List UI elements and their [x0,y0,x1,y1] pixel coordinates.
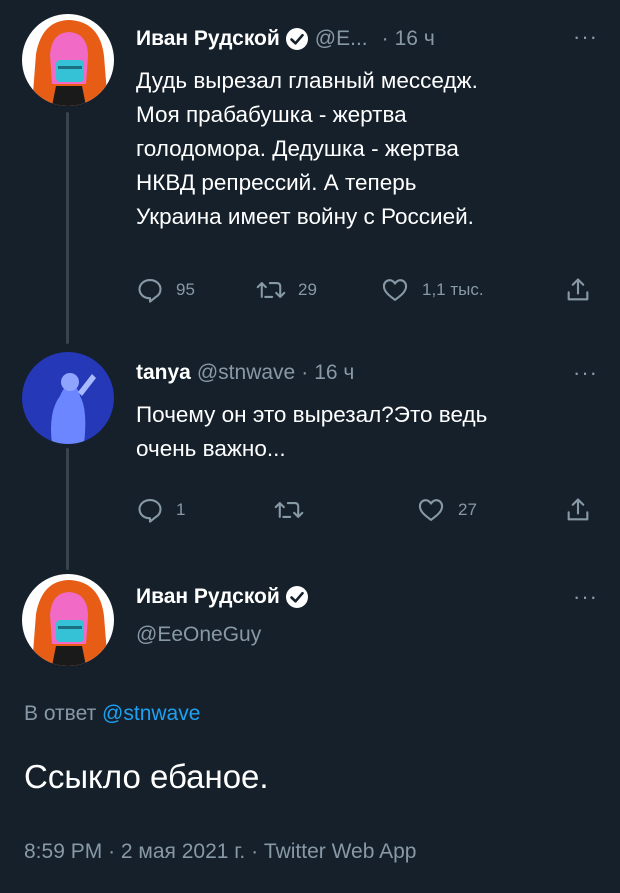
tweet-1-actions: 95 29 1,1 тыс. [136,276,596,306]
tweet-time[interactable]: 8:59 PM [24,840,102,863]
reply-prefix: В ответ [24,702,97,725]
tweet-2[interactable]: tanya @stnwave · 16 ч ··· Почему он это … [0,340,620,560]
author-name[interactable]: Иван Рудской [136,27,280,51]
tweet-source-link[interactable]: Twitter Web App [264,840,417,863]
more-icon[interactable]: ··· [573,362,598,384]
reply-context: В ответ @stnwave [24,702,200,726]
reply-button[interactable]: 95 [136,276,195,304]
like-icon [418,499,444,521]
tweet-1[interactable]: Иван Рудской @E... · 16 ч ··· Дудь вырез… [0,0,620,340]
separator-dot: · [381,27,389,50]
retweet-button[interactable]: 29 [256,276,317,304]
retweet-icon [274,502,304,518]
author-name[interactable]: tanya [136,361,191,385]
reply-mention-link[interactable]: @stnwave [102,702,200,725]
reply-icon [138,499,162,523]
share-icon [567,278,589,301]
reply-count: 1 [176,500,186,519]
retweet-count: 29 [298,280,317,299]
like-icon [382,279,408,301]
like-button[interactable]: 27 [416,496,477,524]
more-icon[interactable]: ··· [573,26,598,48]
like-count: 27 [458,500,477,519]
tweet-text: Дудь вырезал главный месседж. Моя прабаб… [136,64,590,234]
reply-count: 95 [176,280,195,299]
author-name[interactable]: Иван Рудской [136,585,280,609]
share-button[interactable] [564,276,604,304]
tweet-text-line: очень важно... [136,436,286,461]
like-button[interactable]: 1,1 тыс. [380,276,484,304]
separator-dot: · [108,840,116,863]
retweet-icon [256,282,286,298]
more-icon[interactable]: ··· [573,586,598,608]
tweet-text-line: голодомора. Дедушка - жертва [136,136,459,161]
tweet-2-actions: 1 27 [136,496,596,526]
avatar-ivan-2[interactable] [22,574,114,666]
tweet-time[interactable]: 16 ч [314,361,354,385]
main-tweet-handle-row: @EeOneGuy [136,620,600,650]
tweet-1-header: Иван Рудской @E... · 16 ч [136,24,600,54]
reply-icon [138,279,162,303]
author-handle[interactable]: @stnwave [197,361,295,385]
share-button[interactable] [564,496,604,524]
tweet-text-line: НКВД репрессий. А теперь [136,170,417,195]
verified-icon [285,27,309,51]
tweet-text-line: Моя прабабушка - жертва [136,102,407,127]
avatar-tanya[interactable] [22,352,114,444]
author-handle[interactable]: @E... [315,27,368,51]
tweet-text-line: Дудь вырезал главный месседж. [136,68,478,93]
main-tweet-header: Иван Рудской [136,582,600,612]
main-tweet-text: Ссыкло ебаное. [24,758,269,795]
share-icon [567,498,589,521]
separator-dot: · [251,840,259,863]
reply-button[interactable]: 1 [136,496,185,524]
retweet-button[interactable] [274,496,316,524]
tweet-text: Почему он это вырезал?Это ведь очень важ… [136,398,590,466]
tweet-text-line: Почему он это вырезал?Это ведь [136,402,488,427]
like-count: 1,1 тыс. [422,280,484,299]
tweet-date[interactable]: 2 мая 2021 г. [121,840,245,863]
author-handle[interactable]: @EeOneGuy [136,623,261,647]
tweet-2-header: tanya @stnwave · 16 ч [136,358,600,388]
tweet-time[interactable]: 16 ч [395,27,435,51]
tweet-text-line: Украина имеет войну с Россией. [136,204,474,229]
avatar-ivan-1[interactable] [22,14,114,106]
tweet-metadata: 8:59 PM · 2 мая 2021 г. · Twitter Web Ap… [24,840,416,864]
verified-icon [285,585,309,609]
separator-dot: · [301,361,309,384]
